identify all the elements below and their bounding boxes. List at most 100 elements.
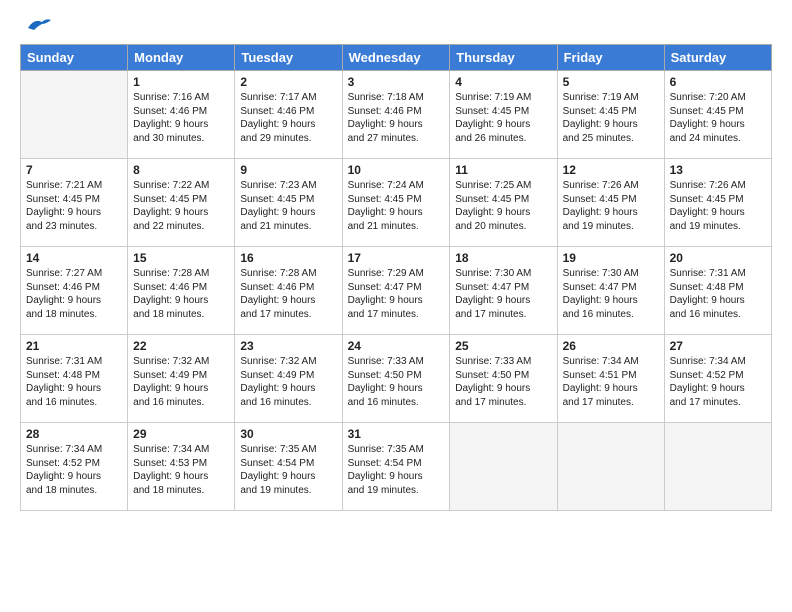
sunset-text: Sunset: 4:51 PM xyxy=(563,370,637,381)
daylight-text: Daylight: 9 hours xyxy=(26,207,101,218)
sunset-text: Sunset: 4:54 PM xyxy=(348,458,422,469)
day-number: 8 xyxy=(133,163,229,177)
sunset-text: Sunset: 4:47 PM xyxy=(563,282,637,293)
sunset-text: Sunset: 4:50 PM xyxy=(455,370,529,381)
sunset-text: Sunset: 4:46 PM xyxy=(133,282,207,293)
sunset-text: Sunset: 4:49 PM xyxy=(240,370,314,381)
sunset-text: Sunset: 4:46 PM xyxy=(26,282,100,293)
sunrise-text: Sunrise: 7:22 AM xyxy=(133,180,209,191)
sunrise-text: Sunrise: 7:25 AM xyxy=(455,180,531,191)
day-number: 20 xyxy=(670,251,766,265)
sunset-text: Sunset: 4:45 PM xyxy=(563,194,637,205)
calendar-cell: 5Sunrise: 7:19 AMSunset: 4:45 PMDaylight… xyxy=(557,71,664,159)
day-number: 11 xyxy=(455,163,551,177)
daylight-text: Daylight: 9 hours xyxy=(563,383,638,394)
calendar-cell: 31Sunrise: 7:35 AMSunset: 4:54 PMDayligh… xyxy=(342,423,450,511)
calendar-cell xyxy=(21,71,128,159)
daylight-text: and 17 minutes. xyxy=(670,397,741,408)
day-number: 16 xyxy=(240,251,336,265)
daylight-text: and 21 minutes. xyxy=(240,221,311,232)
col-header-thursday: Thursday xyxy=(450,45,557,71)
cell-info: Sunrise: 7:34 AM Sunset: 4:52 PM Daylight:… xyxy=(26,443,122,497)
sunrise-text: Sunrise: 7:30 AM xyxy=(455,268,531,279)
daylight-text: Daylight: 9 hours xyxy=(563,295,638,306)
cell-info: Sunrise: 7:17 AMSunset: 4:46 PMDaylight:… xyxy=(240,91,336,145)
day-number: 28 xyxy=(26,427,122,441)
sunset-text: Sunset: 4:45 PM xyxy=(455,194,529,205)
day-number: 10 xyxy=(348,163,445,177)
day-number: 22 xyxy=(133,339,229,353)
calendar-cell: 25Sunrise: 7:33 AMSunset: 4:50 PMDayligh… xyxy=(450,335,557,423)
daylight-text: and 16 minutes. xyxy=(240,397,311,408)
daylight-text: and 18 minutes. xyxy=(26,309,97,320)
calendar-cell: 12 Sunrise: 7:26 AMSunset: 4:45 PMDayligh… xyxy=(557,159,664,247)
calendar-header-row: SundayMondayTuesdayWednesdayThursdayFrid… xyxy=(21,45,772,71)
cell-info: Sunrise: 7:26 AMSunset: 4:45 PMDaylight:… xyxy=(563,179,659,233)
daylight-text: and 19 minutes. xyxy=(563,221,634,232)
sunrise-text: Sunrise: 7:34 AM xyxy=(133,444,209,455)
day-number: 2 xyxy=(240,75,336,89)
cell-info: Sunrise: 7:25 AMSunset: 4:45 PMDaylight:… xyxy=(455,179,551,233)
sunset-text: Sunset: 4:52 PM xyxy=(26,458,100,469)
calendar-cell: 19Sunrise: 7:30 AMSunset: 4:47 PMDayligh… xyxy=(557,247,664,335)
sunrise-text: Sunrise: 7:21 AM xyxy=(26,180,102,191)
cell-info: Sunrise: 7:31 AMSunset: 4:48 PMDaylight:… xyxy=(670,267,766,321)
calendar-cell: 21Sunrise: 7:31 AMSunset: 4:48 PMDayligh… xyxy=(21,335,128,423)
col-header-saturday: Saturday xyxy=(664,45,771,71)
sunset-text: Sunset: 4:46 PM xyxy=(240,106,314,117)
sunrise-text: Sunrise: 7:24 AM xyxy=(348,180,424,191)
sunrise-text: Sunrise: 7:28 AM xyxy=(133,268,209,279)
daylight-text: Daylight: 9 hours xyxy=(133,119,208,130)
calendar-body: 1Sunrise: 7:16 AMSunset: 4:46 PMDaylight… xyxy=(21,71,772,511)
day-number: 4 xyxy=(455,75,551,89)
daylight-text: Daylight: 9 hours xyxy=(240,207,315,218)
daylight-text: Daylight: 9 hours xyxy=(240,471,315,482)
daylight-text: and 25 minutes. xyxy=(563,133,634,144)
daylight-text: and 26 minutes. xyxy=(455,133,526,144)
day-number: 23 xyxy=(240,339,336,353)
week-row-1: 1Sunrise: 7:16 AMSunset: 4:46 PMDaylight… xyxy=(21,71,772,159)
calendar-cell: 29Sunrise: 7:34 AMSunset: 4:53 PMDayligh… xyxy=(128,423,235,511)
sunset-text: Sunset: 4:48 PM xyxy=(26,370,100,381)
sunrise-text: Sunrise: 7:35 AM xyxy=(240,444,316,455)
calendar-cell: 18Sunrise: 7:30 AMSunset: 4:47 PMDayligh… xyxy=(450,247,557,335)
calendar-cell: 24Sunrise: 7:33 AMSunset: 4:50 PMDayligh… xyxy=(342,335,450,423)
week-row-5: 28 Sunrise: 7:34 AM Sunset: 4:52 PM Dayligh… xyxy=(21,423,772,511)
daylight-text: and 19 minutes. xyxy=(670,221,741,232)
calendar-cell: 1Sunrise: 7:16 AMSunset: 4:46 PMDaylight… xyxy=(128,71,235,159)
sunset-text: Sunset: 4:45 PM xyxy=(455,106,529,117)
day-number: 6 xyxy=(670,75,766,89)
daylight-text: Daylight: 9 hours xyxy=(348,383,423,394)
day-number: 24 xyxy=(348,339,445,353)
sunrise-text: Sunrise: 7:35 AM xyxy=(348,444,424,455)
sunrise-text: Sunrise: 7:20 AM xyxy=(670,92,746,103)
daylight-text: and 20 minutes. xyxy=(455,221,526,232)
day-number: 15 xyxy=(133,251,229,265)
calendar-cell: 23Sunrise: 7:32 AMSunset: 4:49 PMDayligh… xyxy=(235,335,342,423)
day-number: 17 xyxy=(348,251,445,265)
calendar-cell: 10 Sunrise: 7:24 AM Sunset: 4:45 PM Dayligh… xyxy=(342,159,450,247)
daylight-text: and 16 minutes. xyxy=(670,309,741,320)
day-number: 7 xyxy=(26,163,122,177)
calendar-cell xyxy=(664,423,771,511)
sunset-text: Sunset: 4:45 PM xyxy=(348,194,422,205)
daylight-text: Daylight: 9 hours xyxy=(26,471,101,482)
calendar-cell: 28 Sunrise: 7:34 AM Sunset: 4:52 PM Dayligh… xyxy=(21,423,128,511)
calendar-cell: 13Sunrise: 7:26 AMSunset: 4:45 PMDayligh… xyxy=(664,159,771,247)
calendar-cell: 26Sunrise: 7:34 AMSunset: 4:51 PMDayligh… xyxy=(557,335,664,423)
cell-info: Sunrise: 7:27 AMSunset: 4:46 PMDaylight:… xyxy=(26,267,122,321)
day-number: 13 xyxy=(670,163,766,177)
daylight-text: Daylight: 9 hours xyxy=(348,207,423,218)
calendar-cell: 6Sunrise: 7:20 AMSunset: 4:45 PMDaylight… xyxy=(664,71,771,159)
daylight-text: Daylight: 9 hours xyxy=(563,207,638,218)
sunset-text: Sunset: 4:46 PM xyxy=(348,106,422,117)
cell-info: Sunrise: 7:33 AMSunset: 4:50 PMDaylight:… xyxy=(455,355,551,409)
calendar-cell: 16Sunrise: 7:28 AMSunset: 4:46 PMDayligh… xyxy=(235,247,342,335)
sunset-text: Sunset: 4:47 PM xyxy=(348,282,422,293)
daylight-text: Daylight: 9 hours xyxy=(670,295,745,306)
col-header-sunday: Sunday xyxy=(21,45,128,71)
sunrise-text: Sunrise: 7:34 AM xyxy=(26,444,102,455)
day-number: 14 xyxy=(26,251,122,265)
day-number: 12 xyxy=(563,163,659,177)
calendar-table: SundayMondayTuesdayWednesdayThursdayFrid… xyxy=(20,44,772,511)
